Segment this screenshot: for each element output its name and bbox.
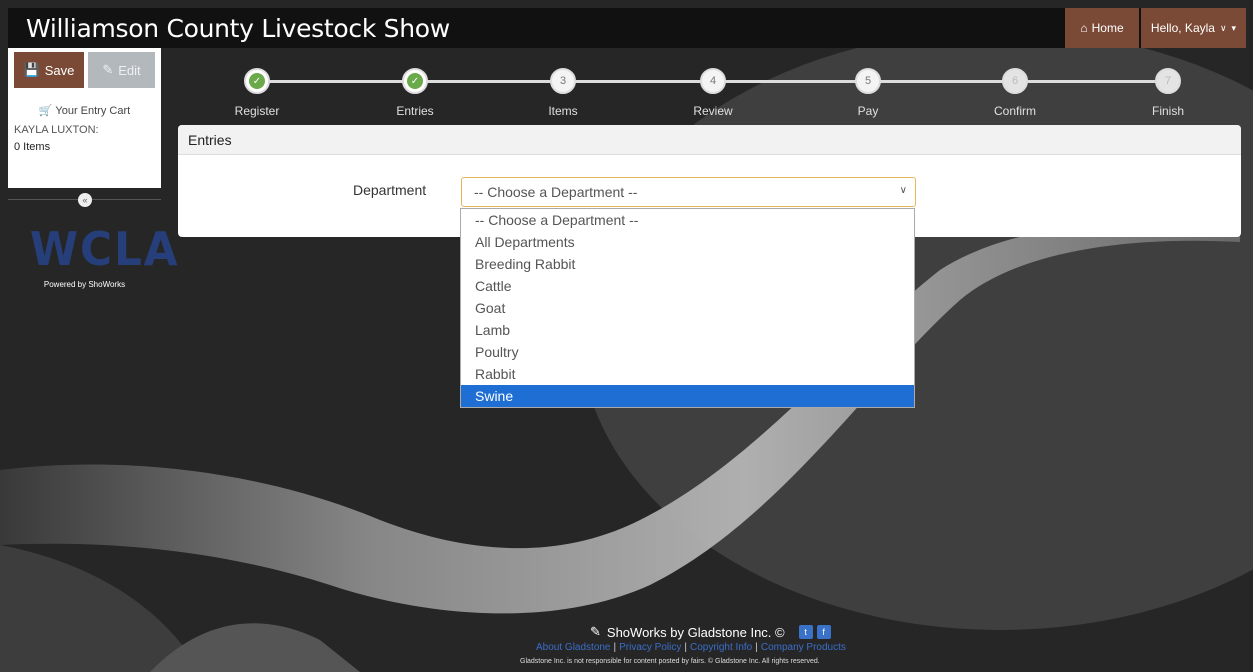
department-option[interactable]: Goat — [461, 297, 914, 319]
entry-cart-link[interactable]: 🛒 Your Entry Cart — [8, 104, 161, 117]
footer-link-about[interactable]: About Gladstone — [536, 642, 611, 653]
footer-legal-text: Gladstone Inc. is not responsible for co… — [520, 658, 820, 665]
department-option[interactable]: All Departments — [461, 231, 914, 253]
step-label: Register — [234, 104, 280, 118]
step-circle: 4 — [700, 68, 726, 94]
edit-button[interactable]: ✎ Edit — [88, 52, 155, 88]
step-circle: 3 — [550, 68, 576, 94]
caret-down-icon: ▾ — [1231, 22, 1237, 33]
footer-link-copyright[interactable]: Copyright Info — [690, 642, 752, 653]
floppy-disk-icon: 💾 — [23, 62, 40, 77]
footer-link-privacy[interactable]: Privacy Policy — [619, 642, 681, 653]
footer-brand: ✎ ShoWorks by Gladstone Inc. © t f — [590, 624, 831, 640]
shopping-cart-icon: 🛒 — [38, 105, 53, 117]
chevron-down-icon: ∨ — [899, 185, 907, 196]
home-icon: ⌂ — [1080, 21, 1088, 35]
step-items[interactable]: 3 Items — [518, 68, 608, 118]
step-label: Review — [693, 104, 733, 118]
progress-stepper: ✓ Register ✓ Entries 3 Items 4 Review 5 … — [180, 68, 1240, 122]
cart-label: Your Entry Cart — [55, 105, 131, 117]
step-label: Finish — [1151, 104, 1184, 118]
department-select[interactable]: -- Choose a Department -- ∨ — [461, 177, 916, 207]
step-review[interactable]: 4 Review — [668, 68, 758, 118]
step-circle: ✓ — [244, 68, 270, 94]
cart-owner-name: KAYLA LUXTON: — [14, 124, 99, 136]
department-option[interactable]: Cattle — [461, 275, 914, 297]
save-label: Save — [44, 62, 75, 78]
save-button[interactable]: 💾 Save — [14, 52, 84, 88]
social-links: t f — [798, 625, 831, 639]
checkmark-icon: ✓ — [249, 73, 265, 89]
step-circle: 5 — [855, 68, 881, 94]
user-greeting: Hello, Kayla — [1150, 21, 1215, 35]
showorks-logo-icon: ✎ — [590, 624, 601, 639]
department-label: Department — [353, 182, 427, 198]
step-confirm[interactable]: 6 Confirm — [970, 68, 1060, 118]
double-chevron-left-icon: « — [82, 195, 88, 205]
footer-links: About Gladstone | Privacy Policy | Copyright… — [536, 642, 846, 653]
footer-brand-text: ShoWorks by Gladstone Inc. © — [606, 624, 785, 640]
step-register[interactable]: ✓ Register — [212, 68, 302, 118]
panel-title: Entries — [178, 125, 1241, 155]
pencil-icon: ✎ — [102, 62, 114, 77]
department-options-list: -- Choose a Department -- All Department… — [460, 208, 915, 408]
step-pay[interactable]: 5 Pay — [823, 68, 913, 118]
step-label: Entries — [396, 104, 434, 118]
wcla-logo: WCLA — [29, 222, 180, 276]
step-finish[interactable]: 7 Finish — [1123, 68, 1213, 118]
collapse-sidebar-button[interactable]: « — [78, 193, 92, 207]
department-option[interactable]: Lamb — [461, 319, 914, 341]
user-menu-button[interactable]: Hello, Kayla ∨ ▾ — [1141, 8, 1246, 48]
step-label: Confirm — [993, 104, 1036, 118]
department-option[interactable]: Breeding Rabbit — [461, 253, 914, 275]
site-title[interactable]: Williamson County Livestock Show — [26, 14, 450, 43]
step-circle: 7 — [1155, 68, 1181, 94]
facebook-icon[interactable]: f — [816, 625, 831, 639]
cart-item-count: 0 Items — [14, 141, 51, 153]
step-entries[interactable]: ✓ Entries — [370, 68, 460, 118]
department-option[interactable]: Rabbit — [461, 363, 914, 385]
department-option[interactable]: -- Choose a Department -- — [461, 209, 914, 231]
link-separator: | — [755, 642, 758, 653]
powered-by-text: Powered by ShoWorks — [43, 280, 126, 289]
department-option-highlighted[interactable]: Swine — [461, 385, 914, 407]
department-option[interactable]: Poultry — [461, 341, 914, 363]
step-circle: ✓ — [402, 68, 428, 94]
step-label: Pay — [857, 104, 879, 118]
home-button[interactable]: ⌂ Home — [1065, 8, 1139, 48]
checkmark-icon: ✓ — [407, 73, 423, 89]
entry-cart-sidebar: 💾 Save ✎ Edit 🛒 Your Entry Cart KAYLA LU… — [8, 48, 161, 188]
department-selected-value: -- Choose a Department -- — [474, 184, 638, 200]
chevron-down-icon: ∨ — [1219, 22, 1227, 33]
link-separator: | — [613, 642, 617, 653]
top-navbar: Williamson County Livestock Show ⌂ Home … — [8, 8, 1246, 48]
step-label: Items — [548, 104, 578, 118]
step-circle: 6 — [1002, 68, 1028, 94]
twitter-icon[interactable]: t — [798, 625, 813, 639]
edit-label: Edit — [118, 62, 141, 78]
home-label: Home — [1091, 21, 1124, 35]
link-separator: | — [684, 642, 687, 653]
footer-link-products[interactable]: Company Products — [761, 642, 846, 653]
